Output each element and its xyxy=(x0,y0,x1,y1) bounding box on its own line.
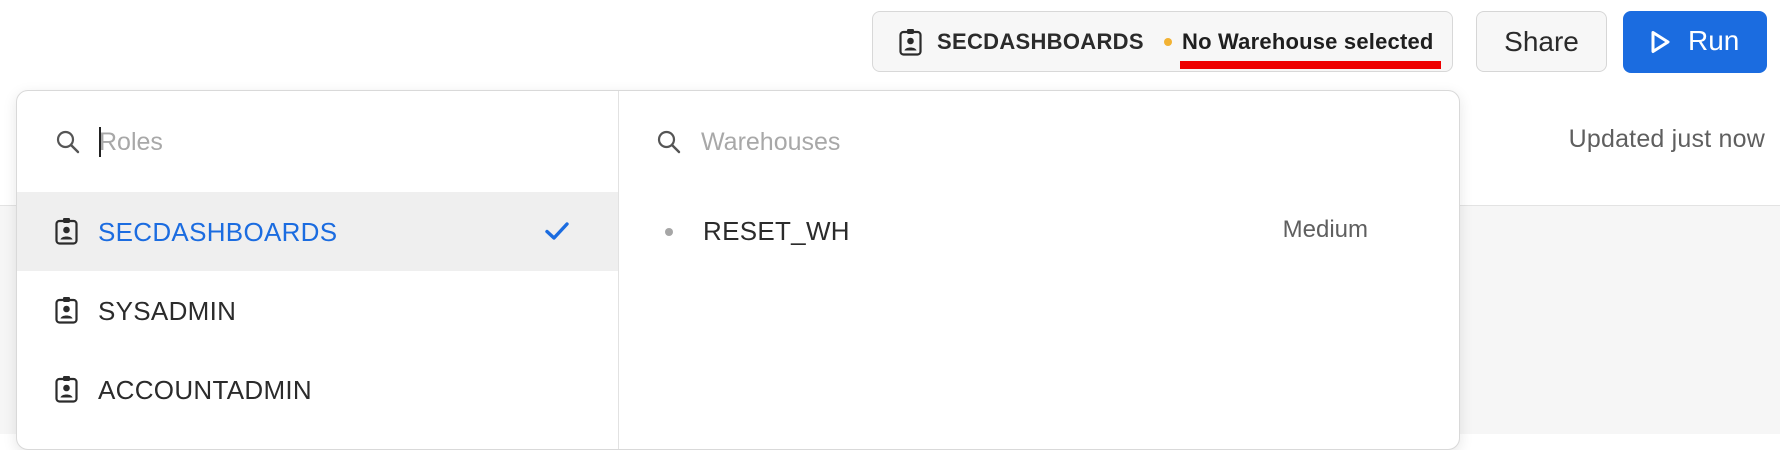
role-badge-icon xyxy=(55,218,78,245)
role-badge-icon xyxy=(899,29,922,56)
roles-search-input[interactable] xyxy=(99,125,579,159)
warehouse-status-label: No Warehouse selected xyxy=(1182,29,1434,54)
play-icon xyxy=(1651,31,1670,53)
share-button[interactable]: Share xyxy=(1476,11,1607,72)
run-button-label: Run xyxy=(1688,25,1740,56)
warehouse-status-dot xyxy=(1164,38,1172,46)
role-item-label: SYSADMIN xyxy=(98,296,237,326)
warehouse-item-reset-wh[interactable]: RESET_WH Medium xyxy=(619,192,1459,271)
role-item-label: ACCOUNTADMIN xyxy=(98,375,312,405)
checkmark-icon xyxy=(545,222,569,240)
warehouse-name: RESET_WH xyxy=(703,216,850,246)
role-item-sysadmin[interactable]: SYSADMIN xyxy=(17,271,618,350)
role-badge-icon xyxy=(55,297,78,324)
role-badge-icon xyxy=(55,376,78,403)
warehouse-size: Medium xyxy=(1282,216,1368,243)
role-warehouse-dropdown: SECDASHBOARDS SYSADMIN ACCOUNTADMIN RESE… xyxy=(16,90,1460,450)
updated-timestamp: Updated just now xyxy=(1568,125,1765,153)
text-cursor xyxy=(99,127,101,157)
search-icon xyxy=(56,130,80,154)
warehouses-search-input[interactable] xyxy=(701,125,1301,159)
role-item-accountadmin[interactable]: ACCOUNTADMIN xyxy=(17,350,618,429)
role-item-secdashboards[interactable]: SECDASHBOARDS xyxy=(17,192,618,271)
current-role-label: SECDASHBOARDS xyxy=(937,29,1144,54)
role-item-label: SECDASHBOARDS xyxy=(98,217,338,247)
warehouse-status-dot xyxy=(665,228,673,236)
run-button[interactable]: Run xyxy=(1623,11,1767,73)
search-icon xyxy=(657,130,681,154)
annotation-underline xyxy=(1180,61,1441,69)
